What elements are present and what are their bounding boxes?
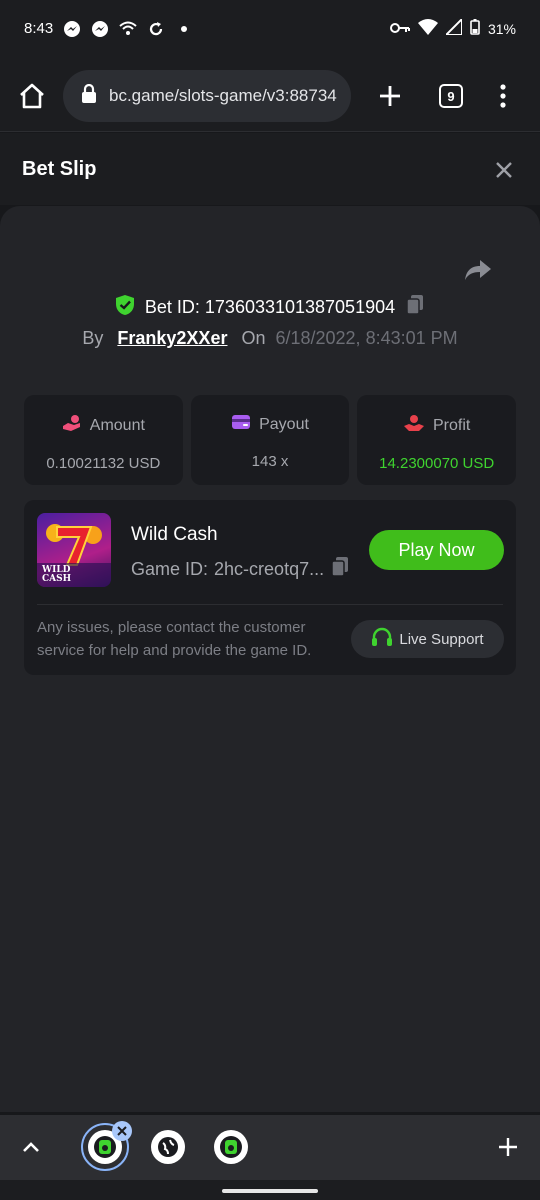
address-bar[interactable]: bc.game/slots-game/v3:88734 xyxy=(63,70,351,122)
wallet-icon xyxy=(231,414,251,435)
tab-bcgame[interactable] xyxy=(214,1130,248,1164)
battery-icon xyxy=(470,19,480,38)
stat-amount: Amount 0.10021132 USD xyxy=(24,395,183,485)
support-help-text: Any issues, please contact the customer … xyxy=(37,619,312,659)
messenger-icon xyxy=(90,19,110,39)
play-now-button[interactable]: Play Now xyxy=(369,530,504,570)
bet-id-label: Bet ID: xyxy=(144,297,200,317)
bet-id-value: 1736033101387051904 xyxy=(204,297,396,317)
gesture-handle[interactable] xyxy=(222,1189,318,1193)
battery-percent: 31% xyxy=(487,20,516,37)
new-tab-icon[interactable] xyxy=(374,80,406,112)
bet-id-text: Bet ID: 1736033101387051904 xyxy=(145,297,395,318)
wifi-calling-icon xyxy=(118,19,138,39)
hand-money-icon xyxy=(403,414,425,437)
browser-toolbar: bc.game/slots-game/v3:88734 9 xyxy=(0,60,540,132)
bet-date: 6/18/2022, 8:43:01 PM xyxy=(275,328,458,348)
status-time: 8:43 xyxy=(24,20,54,37)
lock-icon[interactable] xyxy=(81,83,97,109)
url-text[interactable]: bc.game/slots-game/v3:88734 xyxy=(109,86,339,106)
home-icon[interactable] xyxy=(16,80,48,112)
stat-amount-label: Amount xyxy=(89,416,145,434)
stat-payout-label: Payout xyxy=(259,415,309,433)
hand-coins-icon xyxy=(62,414,82,437)
tab-strip xyxy=(0,1115,540,1180)
copy-icon[interactable] xyxy=(405,294,425,321)
status-bar: 8:43 31% xyxy=(0,0,540,60)
notification-icons xyxy=(62,19,194,39)
tab-globe[interactable] xyxy=(151,1130,185,1164)
bet-stats: Amount 0.10021132 USD Payout 143 x Profi… xyxy=(24,395,517,485)
bet-id-row: Bet ID: 1736033101387051904 xyxy=(0,294,540,321)
bet-slip-title: Bet Slip xyxy=(22,158,97,180)
dot-icon xyxy=(174,19,194,39)
game-thumb-text: WILD CASH xyxy=(42,565,72,584)
vpn-key-icon xyxy=(389,21,410,37)
copy-icon[interactable] xyxy=(330,556,350,583)
system-nav-bar xyxy=(0,1180,540,1200)
game-thumbnail[interactable]: WILD CASH xyxy=(37,513,111,587)
stat-profit-value: 14.2300070 USD xyxy=(379,455,495,472)
bet-slip-header: Bet Slip xyxy=(0,133,540,205)
verified-shield-icon xyxy=(115,294,135,321)
headset-icon xyxy=(371,627,393,651)
bet-meta-row: By Franky2XXer On 6/18/2022, 8:43:01 PM xyxy=(0,328,540,349)
add-tab-icon[interactable] xyxy=(496,1135,520,1164)
live-support-button[interactable]: Live Support xyxy=(351,620,504,658)
share-icon[interactable] xyxy=(464,258,492,282)
tab-switcher-button[interactable]: 9 xyxy=(439,84,463,108)
more-options-icon[interactable] xyxy=(494,80,512,112)
on-label: On xyxy=(241,328,266,348)
messenger-icon xyxy=(62,19,82,39)
game-id-label: Game ID: xyxy=(131,559,209,579)
stat-profit: Profit 14.2300070 USD xyxy=(357,395,517,485)
system-icons: 31% xyxy=(389,16,516,38)
by-label: By xyxy=(82,328,104,348)
username-link[interactable]: Franky2XXer xyxy=(117,328,227,349)
sync-icon xyxy=(146,19,166,39)
divider xyxy=(37,604,503,605)
stat-profit-label: Profit xyxy=(433,416,471,434)
stat-payout: Payout 143 x xyxy=(190,395,350,485)
game-card: WILD CASH Wild Cash Game ID: 2hc-creotq7… xyxy=(24,500,516,675)
game-name: Wild Cash xyxy=(131,524,218,545)
close-tab-icon[interactable] xyxy=(112,1121,132,1141)
game-id-value: 2hc-creotq7... xyxy=(214,559,325,579)
chevron-up-icon[interactable] xyxy=(20,1137,42,1164)
close-icon[interactable] xyxy=(492,158,516,187)
stat-amount-value: 0.10021132 USD xyxy=(46,455,161,472)
game-id-row: Game ID: 2hc-creotq7... xyxy=(131,556,350,583)
wifi-icon xyxy=(417,19,438,38)
stat-payout-value: 143 x xyxy=(251,453,289,470)
signal-icon xyxy=(443,16,463,38)
live-support-label: Live Support xyxy=(399,630,484,648)
